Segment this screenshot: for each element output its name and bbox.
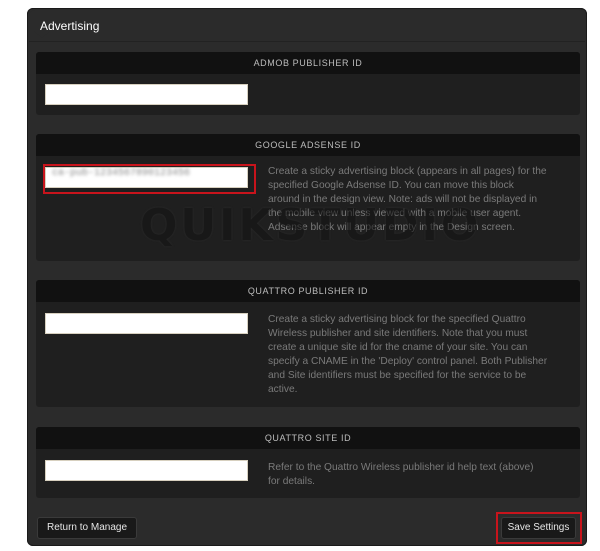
- admob-publisher-id-input[interactable]: [45, 84, 248, 105]
- section-admob-publisher-id: ADMOB PUBLISHER ID: [36, 52, 580, 115]
- section-header: QUATTRO SITE ID: [36, 427, 580, 449]
- return-to-manage-button[interactable]: Return to Manage: [37, 517, 137, 539]
- section-header: GOOGLE ADSENSE ID: [36, 134, 580, 156]
- section-header: QUATTRO PUBLISHER ID: [36, 280, 580, 302]
- tab-advertising[interactable]: Advertising: [29, 10, 585, 41]
- section-google-adsense-id: GOOGLE ADSENSE ID ca-pub-123456789012345…: [36, 134, 580, 261]
- adsense-help-text: Create a sticky advertising block (appea…: [268, 166, 547, 233]
- quattro-publisher-id-input[interactable]: [45, 313, 248, 334]
- quattro-site-id-input[interactable]: [45, 460, 248, 481]
- save-button-highlight: [496, 512, 582, 544]
- section-quattro-site-id: QUATTRO SITE ID Refer to the Quattro Wir…: [36, 427, 580, 498]
- section-header: ADMOB PUBLISHER ID: [36, 52, 580, 74]
- adsense-field-highlight: [43, 164, 256, 194]
- quattro-publisher-help-text: Create a sticky advertising block for th…: [268, 314, 548, 395]
- section-quattro-publisher-id: QUATTRO PUBLISHER ID Create a sticky adv…: [36, 280, 580, 407]
- quattro-site-help-text: Refer to the Quattro Wireless publisher …: [268, 462, 534, 487]
- tab-pointer: [34, 31, 50, 38]
- tab-divider: [29, 41, 585, 42]
